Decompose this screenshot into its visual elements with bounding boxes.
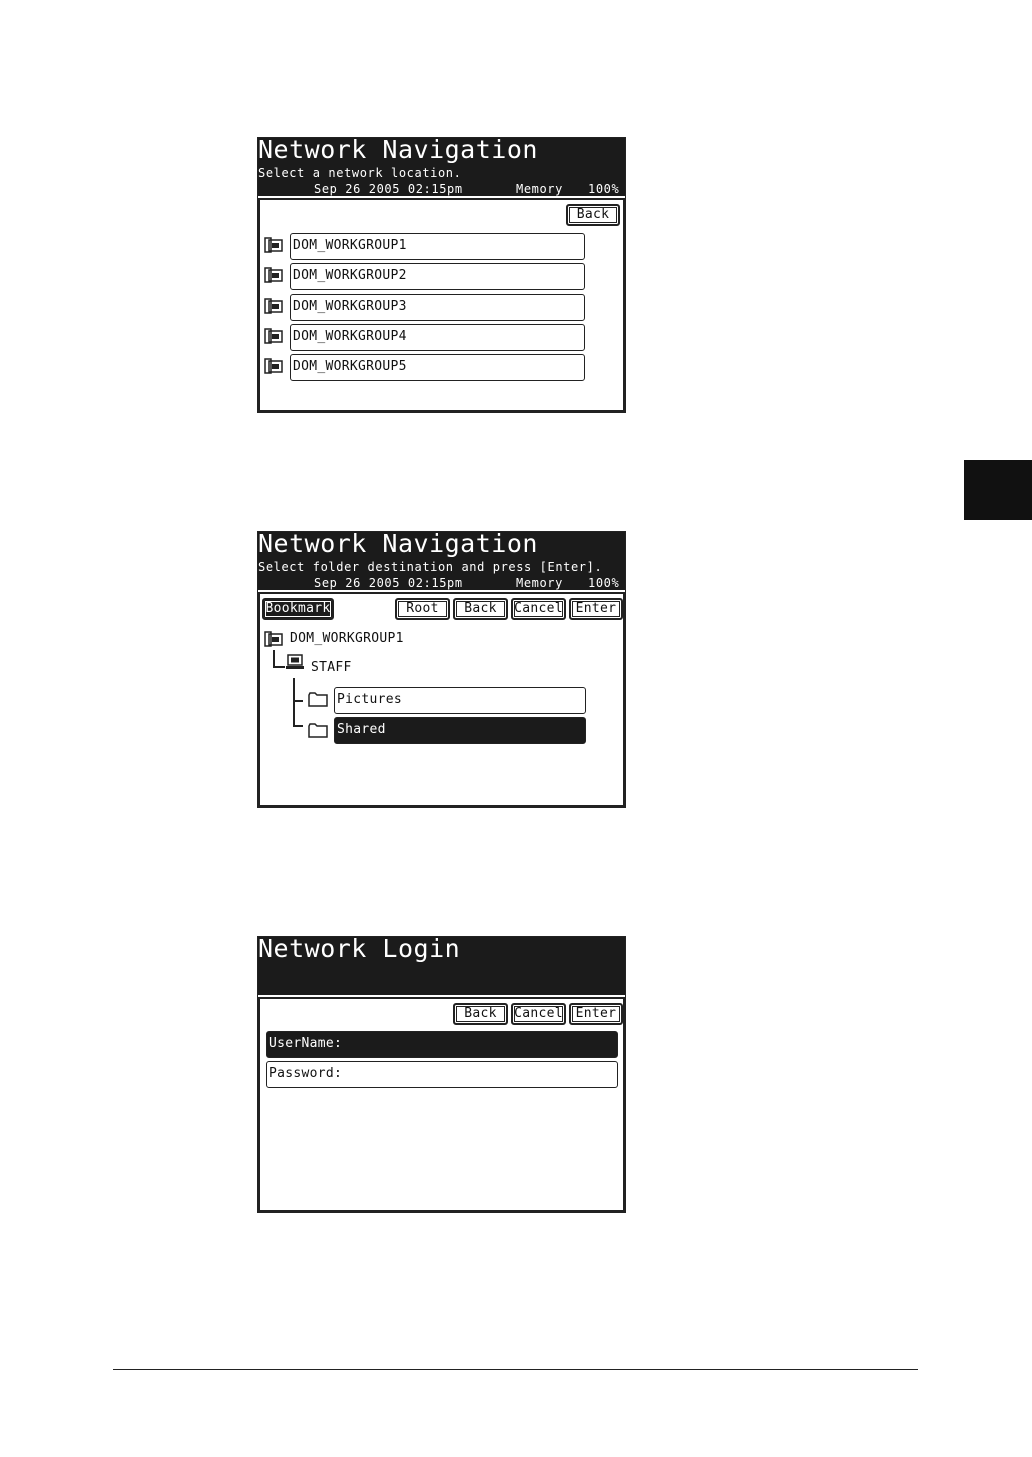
screen-header: Network Login <box>258 934 625 995</box>
folder-icon <box>308 723 328 742</box>
enter-button[interactable]: Enter <box>569 1003 623 1025</box>
tree-line <box>273 650 275 667</box>
back-button[interactable]: Back <box>566 204 620 226</box>
screen-subtitle: Select folder destination and press [Ent… <box>258 560 603 574</box>
screen-body: Bookmark Root Back Cancel Enter DOM_WORK… <box>258 592 625 807</box>
workgroup-icon <box>264 237 284 258</box>
root-button[interactable]: Root <box>395 598 450 620</box>
memory-label: Memory <box>516 182 563 196</box>
workgroup-icon <box>264 358 284 379</box>
memory-value: 100% <box>588 576 620 590</box>
back-button[interactable]: Back <box>453 1003 508 1025</box>
workgroup-icon <box>264 328 284 349</box>
cancel-button[interactable]: Cancel <box>511 598 566 620</box>
screen-body: Back DOM_WORKGROUP1 DOM_WORKGROUP2 DOM_W… <box>258 198 625 412</box>
workgroup-icon <box>264 631 284 652</box>
enter-button[interactable]: Enter <box>569 598 623 620</box>
username-field[interactable]: UserName: <box>266 1031 618 1058</box>
tree-line <box>293 725 303 727</box>
workgroup-icon <box>264 267 284 288</box>
workgroup-item-5[interactable]: DOM_WORKGROUP5 <box>290 354 585 381</box>
memory-value: 100% <box>588 182 620 196</box>
screen-title: Network Login <box>258 934 461 963</box>
back-button[interactable]: Back <box>453 598 508 620</box>
screen-body: Back Cancel Enter UserName: Password: <box>258 997 625 1212</box>
cancel-button[interactable]: Cancel <box>511 1003 566 1025</box>
screen-subtitle: Select a network location. <box>258 166 462 180</box>
tree-line <box>273 666 285 668</box>
folder-item-pictures[interactable]: Pictures <box>334 687 586 714</box>
tree-line <box>293 678 295 726</box>
password-field[interactable]: Password: <box>266 1061 618 1088</box>
workgroup-item-1[interactable]: DOM_WORKGROUP1 <box>290 233 585 260</box>
workgroup-label: DOM_WORKGROUP1 <box>290 631 404 646</box>
screen-header: Network Navigation Select folder destina… <box>258 529 625 590</box>
bookmark-button[interactable]: Bookmark <box>262 598 334 620</box>
workgroup-icon <box>264 298 284 319</box>
screen-title: Network Navigation <box>258 135 538 164</box>
tree-line <box>293 700 303 702</box>
datetime: Sep 26 2005 02:15pm <box>314 576 463 590</box>
network-navigation-screen-2: Network Navigation Select folder destina… <box>257 529 626 808</box>
computer-icon <box>285 654 305 675</box>
datetime: Sep 26 2005 02:15pm <box>314 182 463 196</box>
screen-header: Network Navigation Select a network loca… <box>258 135 625 196</box>
footer-rule <box>113 1369 918 1370</box>
folder-item-shared[interactable]: Shared <box>334 717 586 744</box>
chapter-tab <box>964 460 1032 520</box>
workgroup-item-2[interactable]: DOM_WORKGROUP2 <box>290 263 585 290</box>
screen-title: Network Navigation <box>258 529 538 558</box>
workgroup-item-3[interactable]: DOM_WORKGROUP3 <box>290 294 585 321</box>
workgroup-item-4[interactable]: DOM_WORKGROUP4 <box>290 324 585 351</box>
folder-icon <box>308 692 328 711</box>
network-login-screen: Network Login Back Cancel Enter UserName… <box>257 934 626 1213</box>
memory-label: Memory <box>516 576 563 590</box>
computer-label: STAFF <box>311 660 352 675</box>
network-navigation-screen-1: Network Navigation Select a network loca… <box>257 135 626 413</box>
